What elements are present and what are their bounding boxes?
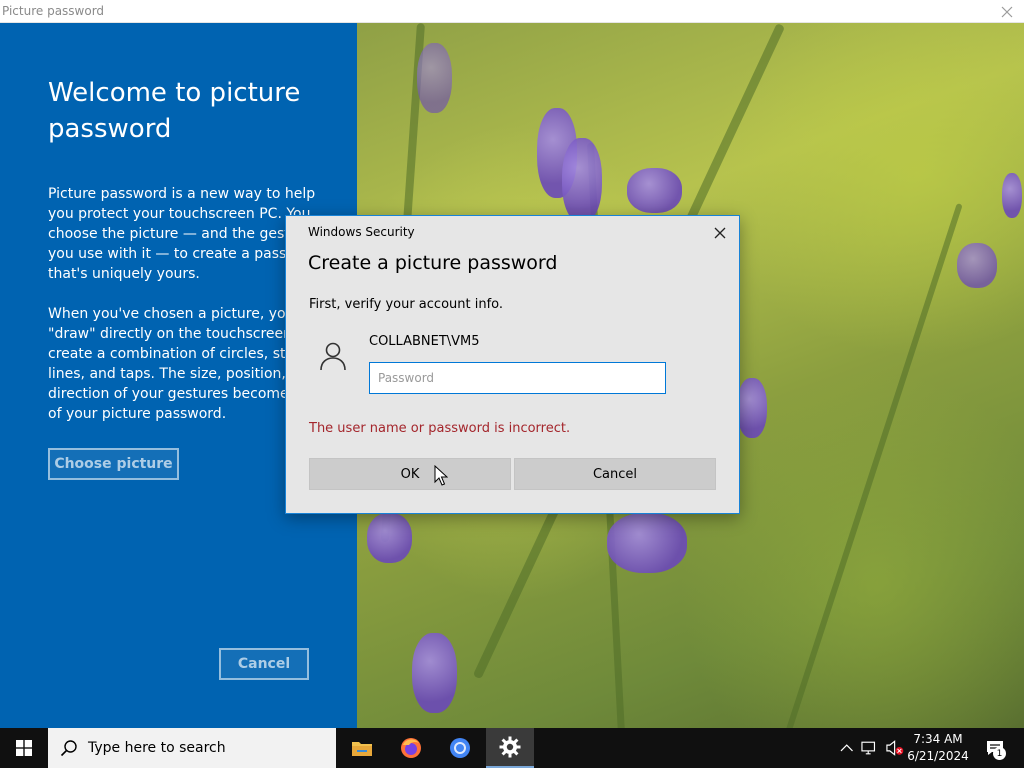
file-explorer-icon [352,742,372,756]
page-heading: Welcome to picture password [48,78,301,144]
app-titlebar: Picture password [0,0,1024,23]
close-icon [714,227,726,239]
dialog-cancel-button[interactable]: Cancel [514,458,716,490]
dialog-subtitle: First, verify your account info. [309,297,504,312]
taskbar: Type here to search 7:34 AM 6/21/2024 1 [0,728,1024,768]
dialog-close-button[interactable] [713,225,727,239]
choose-picture-button[interactable]: Choose picture [48,448,179,480]
flower [417,43,452,113]
stem [783,203,963,728]
flower [737,378,767,438]
flower [627,168,682,213]
ok-button[interactable]: OK [309,458,511,490]
close-icon [1001,6,1013,17]
panel-cancel-button[interactable]: Cancel [219,648,309,680]
flower [607,513,687,573]
taskbar-search-box[interactable]: Type here to search [48,728,336,768]
flower [957,243,997,288]
account-username: COLLABNET\VM5 [369,334,480,349]
action-center-button[interactable]: 1 [980,728,1010,768]
system-tray [838,728,904,768]
clock-time: 7:34 AM [913,732,963,746]
taskbar-firefox[interactable] [387,728,435,768]
taskbar-file-explorer[interactable] [338,728,386,768]
volume-muted-icon[interactable] [885,740,904,756]
flower [412,633,457,713]
chrome-icon [450,738,470,758]
dialog-title: Windows Security [308,225,415,239]
dialog-heading: Create a picture password [308,252,558,274]
taskbar-settings[interactable] [486,728,534,768]
chevron-up-icon[interactable] [840,743,853,753]
start-button[interactable] [0,728,48,768]
error-message: The user name or password is incorrect. [309,421,571,436]
settings-icon [499,736,521,758]
system-clock[interactable]: 7:34 AM 6/21/2024 [906,731,970,765]
window-close-button[interactable] [990,0,1024,23]
user-icon [319,341,347,371]
search-icon [60,740,77,757]
flower [1002,173,1022,218]
notification-badge: 1 [993,747,1006,760]
flower [367,513,412,563]
mouse-cursor-icon [434,465,448,486]
taskbar-chrome[interactable] [436,728,484,768]
windows-logo-icon [16,740,32,756]
window-title: Picture password [2,4,105,18]
flower [562,138,602,223]
search-placeholder: Type here to search [88,740,226,756]
password-field[interactable] [369,362,666,394]
network-icon[interactable] [861,740,878,756]
windows-security-dialog: Windows Security Create a picture passwo… [285,215,740,514]
clock-date: 6/21/2024 [907,749,969,763]
firefox-icon [401,738,421,758]
